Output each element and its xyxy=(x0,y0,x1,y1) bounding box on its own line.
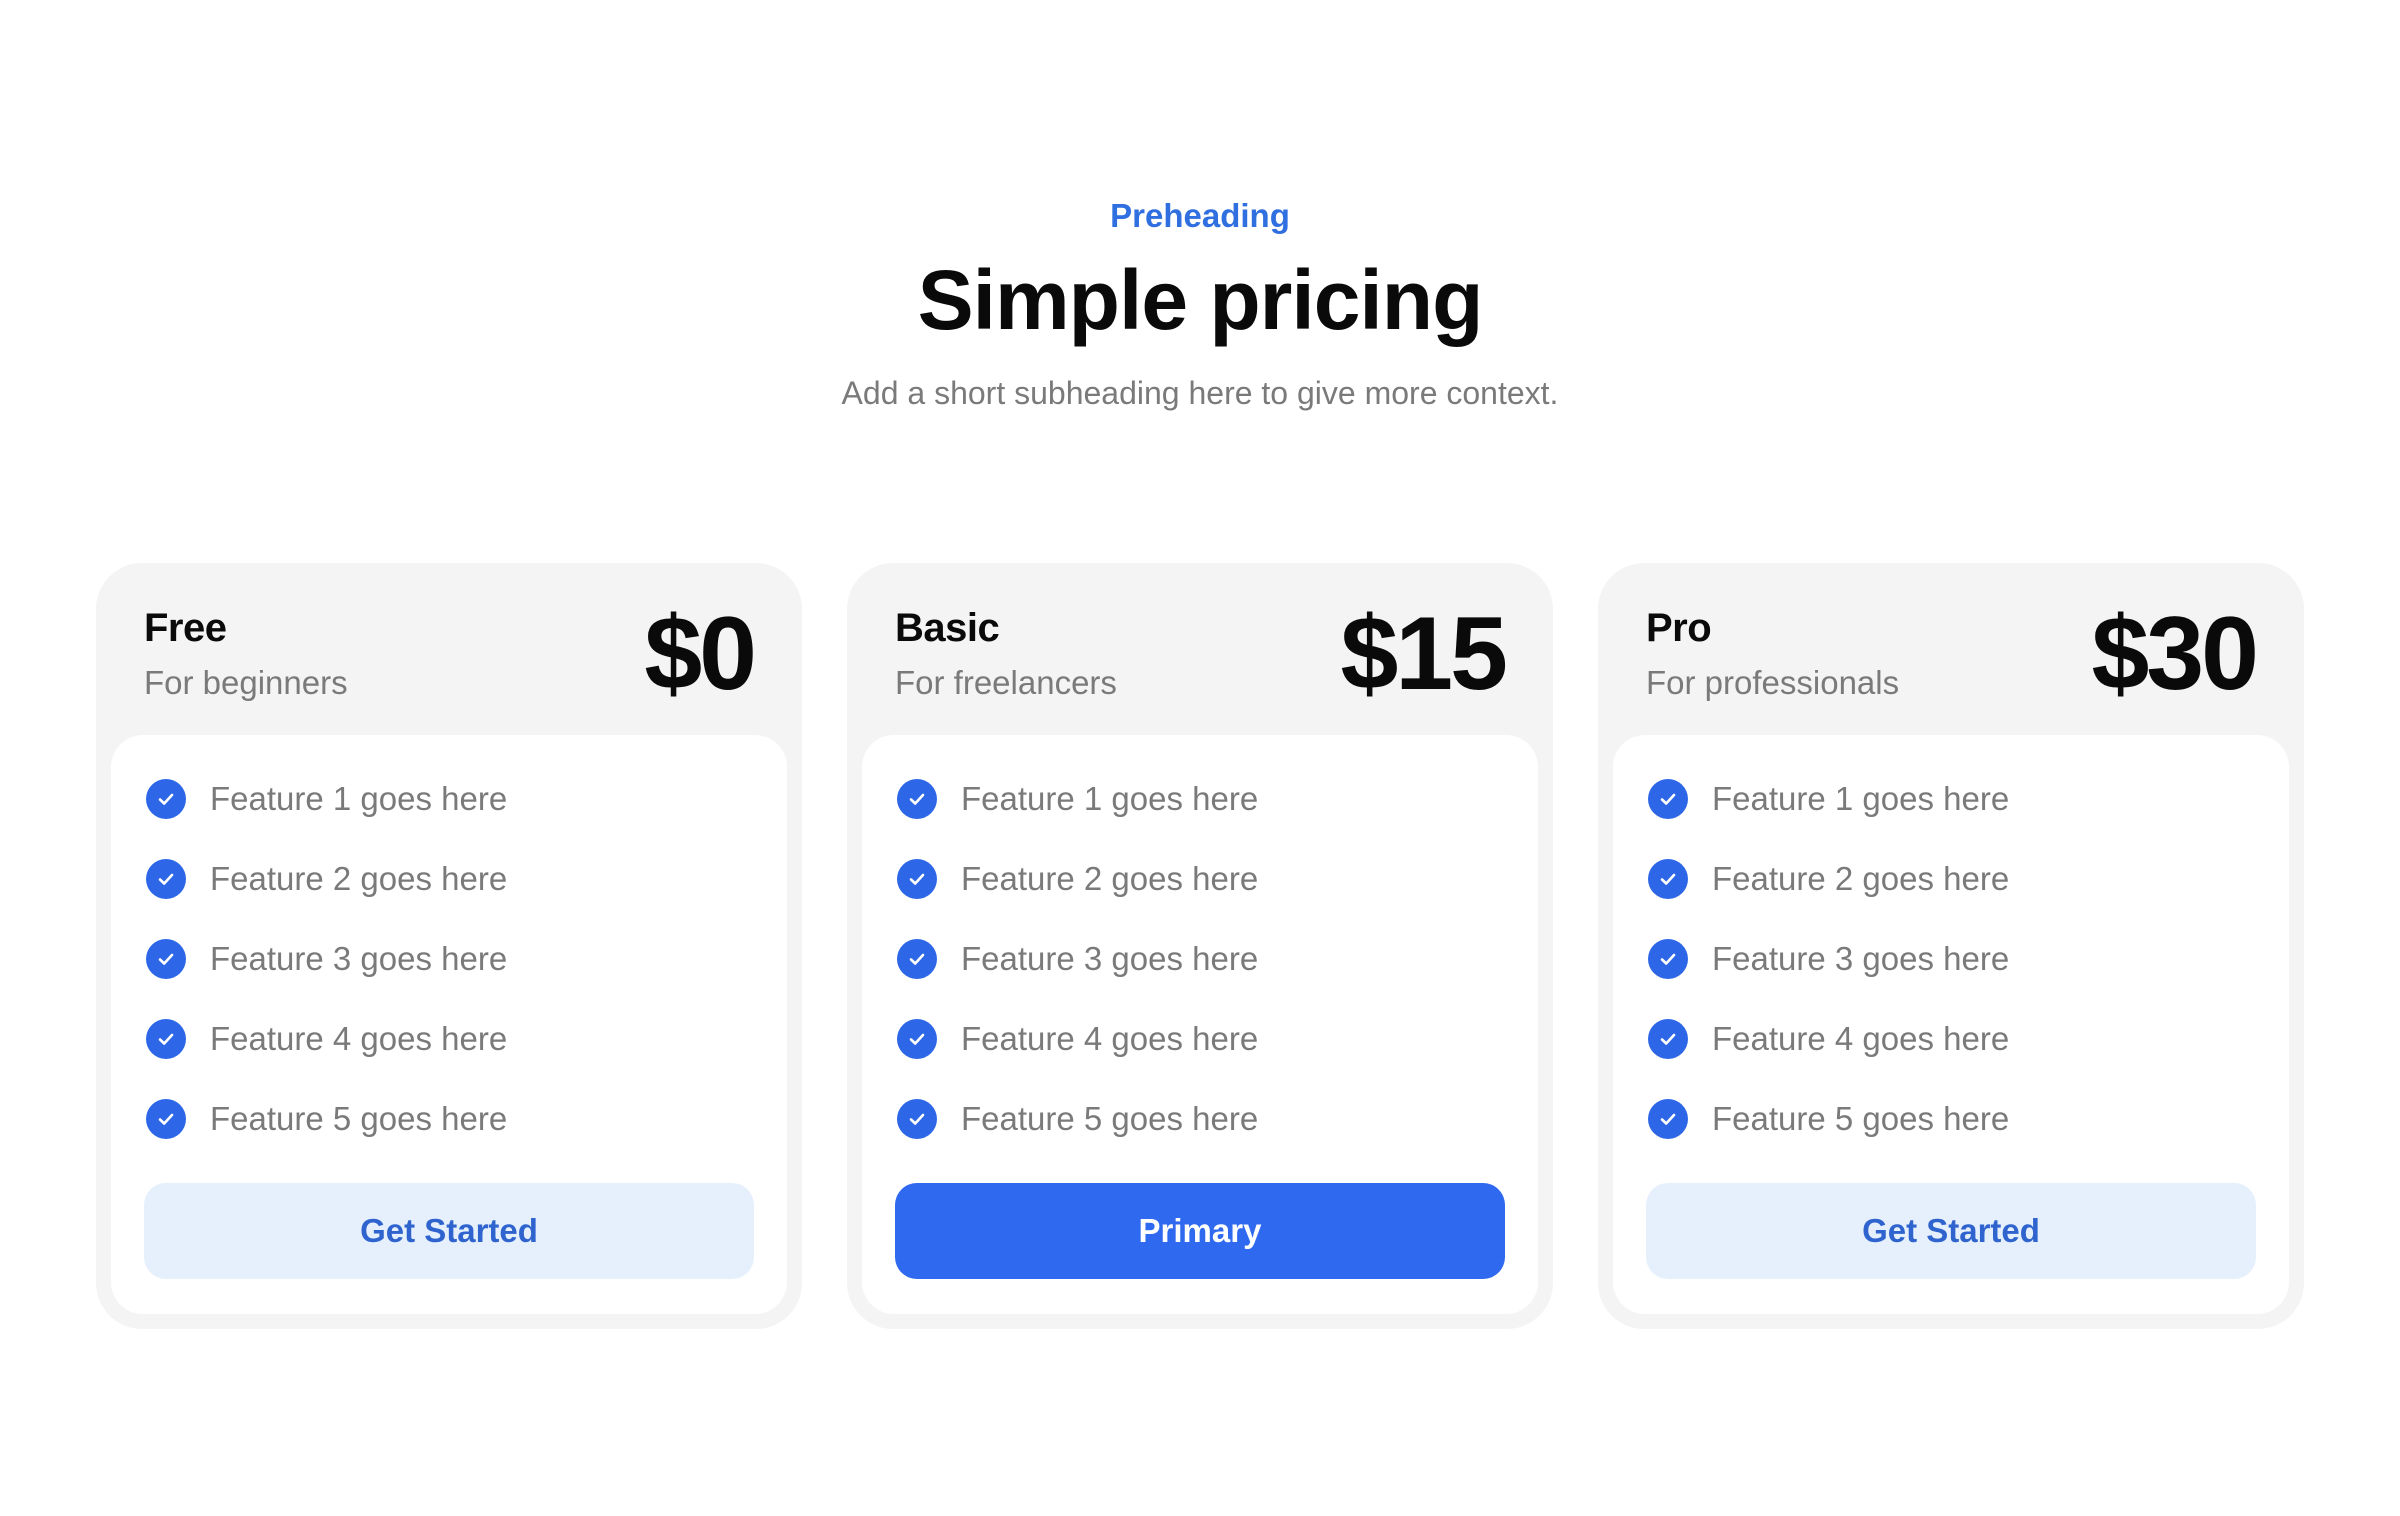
pricing-card-basic: Basic For freelancers $15 Feature 1 goes… xyxy=(847,563,1553,1329)
feature-text: Feature 1 goes here xyxy=(961,780,1259,817)
plan-name: Basic xyxy=(895,606,1000,650)
check-circle-icon xyxy=(146,939,186,979)
plan-name: Free xyxy=(144,606,227,650)
feature-text: Feature 3 goes here xyxy=(210,940,508,977)
feature-item: Feature 1 goes here xyxy=(1646,759,2256,839)
feature-item: Feature 2 goes here xyxy=(144,839,754,919)
get-started-button[interactable]: Get Started xyxy=(1646,1183,2256,1279)
feature-text: Feature 2 goes here xyxy=(961,860,1259,897)
check-circle-icon xyxy=(897,939,937,979)
feature-item: Feature 2 goes here xyxy=(895,839,1505,919)
check-circle-icon xyxy=(897,859,937,899)
feature-item: Feature 2 goes here xyxy=(1646,839,2256,919)
check-circle-icon xyxy=(897,779,937,819)
pricing-page: Preheading Simple pricing Add a short su… xyxy=(0,0,2400,1516)
check-circle-icon xyxy=(1648,859,1688,899)
check-circle-icon xyxy=(897,1019,937,1059)
check-circle-icon xyxy=(1648,939,1688,979)
feature-text: Feature 4 goes here xyxy=(210,1020,508,1057)
feature-item: Feature 5 goes here xyxy=(895,1079,1505,1159)
feature-text: Feature 5 goes here xyxy=(210,1100,508,1137)
pricing-cards: Free For beginners $0 Feature 1 goes her… xyxy=(96,563,2304,1329)
feature-list: Feature 1 goes here Feature 2 goes here … xyxy=(895,759,1505,1159)
card-body: Feature 1 goes here Feature 2 goes here … xyxy=(862,735,1538,1314)
feature-text: Feature 5 goes here xyxy=(961,1100,1259,1137)
check-circle-icon xyxy=(146,859,186,899)
feature-text: Feature 2 goes here xyxy=(1712,860,2010,897)
feature-item: Feature 3 goes here xyxy=(1646,919,2256,999)
feature-item: Feature 3 goes here xyxy=(144,919,754,999)
pricing-header: Preheading Simple pricing Add a short su… xyxy=(0,190,2400,416)
feature-text: Feature 3 goes here xyxy=(1712,940,2010,977)
feature-text: Feature 1 goes here xyxy=(210,780,508,817)
plan-price: $30 xyxy=(2091,596,2259,712)
preheading: Preheading xyxy=(1110,197,1290,234)
check-circle-icon xyxy=(897,1099,937,1139)
card-header: Pro For professionals $30 xyxy=(1613,563,2289,735)
feature-text: Feature 5 goes here xyxy=(1712,1100,2010,1137)
feature-list: Feature 1 goes here Feature 2 goes here … xyxy=(1646,759,2256,1159)
subheading: Add a short subheading here to give more… xyxy=(841,375,1559,411)
feature-item: Feature 5 goes here xyxy=(1646,1079,2256,1159)
feature-text: Feature 4 goes here xyxy=(961,1020,1259,1057)
feature-text: Feature 2 goes here xyxy=(210,860,508,897)
card-body: Feature 1 goes here Feature 2 goes here … xyxy=(1613,735,2289,1314)
check-circle-icon xyxy=(146,1019,186,1059)
feature-text: Feature 3 goes here xyxy=(961,940,1259,977)
feature-text: Feature 4 goes here xyxy=(1712,1020,2010,1057)
plan-description: For beginners xyxy=(144,664,348,701)
feature-item: Feature 3 goes here xyxy=(895,919,1505,999)
plan-description: For professionals xyxy=(1646,664,1900,701)
card-body: Feature 1 goes here Feature 2 goes here … xyxy=(111,735,787,1314)
feature-item: Feature 5 goes here xyxy=(144,1079,754,1159)
page-title: Simple pricing xyxy=(917,253,1484,347)
card-header: Free For beginners $0 xyxy=(111,563,787,735)
feature-item: Feature 4 goes here xyxy=(895,999,1505,1079)
plan-description: For freelancers xyxy=(895,664,1117,701)
feature-item: Feature 4 goes here xyxy=(144,999,754,1079)
feature-list: Feature 1 goes here Feature 2 goes here … xyxy=(144,759,754,1159)
check-circle-icon xyxy=(1648,1019,1688,1059)
plan-price: $15 xyxy=(1340,596,1508,712)
check-circle-icon xyxy=(146,1099,186,1139)
feature-item: Feature 1 goes here xyxy=(144,759,754,839)
feature-item: Feature 4 goes here xyxy=(1646,999,2256,1079)
pricing-card-free: Free For beginners $0 Feature 1 goes her… xyxy=(96,563,802,1329)
plan-name: Pro xyxy=(1646,606,1712,650)
pricing-card-pro: Pro For professionals $30 Feature 1 goes… xyxy=(1598,563,2304,1329)
check-circle-icon xyxy=(146,779,186,819)
feature-item: Feature 1 goes here xyxy=(895,759,1505,839)
card-header: Basic For freelancers $15 xyxy=(862,563,1538,735)
primary-button[interactable]: Primary xyxy=(895,1183,1505,1279)
check-circle-icon xyxy=(1648,1099,1688,1139)
feature-text: Feature 1 goes here xyxy=(1712,780,2010,817)
check-circle-icon xyxy=(1648,779,1688,819)
get-started-button[interactable]: Get Started xyxy=(144,1183,754,1279)
plan-price: $0 xyxy=(644,596,757,712)
